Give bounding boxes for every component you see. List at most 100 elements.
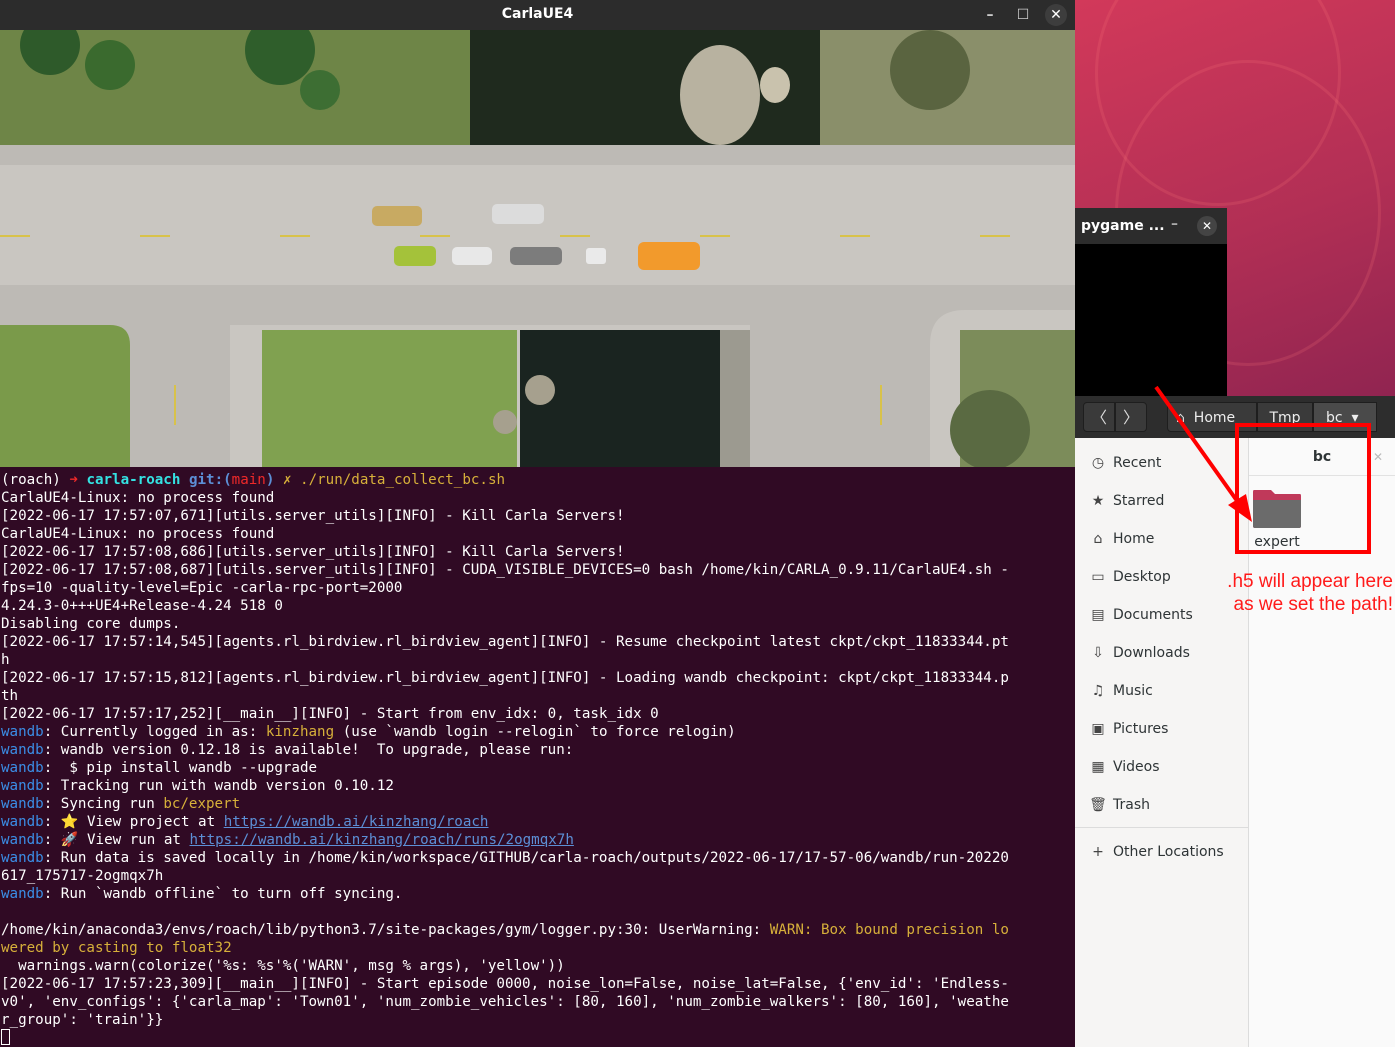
wandb-text: : 🚀 View run at bbox=[43, 832, 190, 848]
files-sidebar: ◷ Recent ★ Starred ⌂ Home ▭ Desktop ▤ Documen… bbox=[1075, 438, 1249, 1047]
prompt-command: ./run/data_collect_bc.sh bbox=[300, 472, 506, 488]
terminal-line: [2022-06-17 17:57:07,671][utils.server_u… bbox=[1, 508, 625, 524]
annotation-box bbox=[1235, 423, 1371, 554]
warning-path: /home/kin/anaconda3/envs/roach/lib/pytho… bbox=[1, 922, 770, 938]
prompt-arrow: ➜ bbox=[69, 472, 78, 488]
terminal-line: [2022-06-17 17:57:14,545][agents.rl_bird… bbox=[1, 634, 1009, 650]
documents-icon: ▤ bbox=[1091, 607, 1105, 623]
prompt-branch: main bbox=[231, 472, 266, 488]
terminal-wandb-line: wandb: Currently logged in as: kinzhang … bbox=[1, 723, 736, 741]
terminal-wandb-line: wandb: wandb version 0.12.18 is availabl… bbox=[1, 741, 573, 759]
close-button[interactable]: ✕ bbox=[1045, 4, 1067, 26]
sidebar-item-music[interactable]: ♫ Music bbox=[1087, 680, 1153, 702]
desktop-icon: ▭ bbox=[1091, 569, 1105, 585]
sidebar-item-trash[interactable]: 🗑 Trash bbox=[1087, 794, 1150, 816]
terminal-line: CarlaUE4-Linux: no process found bbox=[1, 490, 275, 506]
sidebar-item-starred[interactable]: ★ Starred bbox=[1087, 490, 1165, 512]
wandb-text: : Run `wandb offline` to turn off syncin… bbox=[43, 886, 403, 902]
minimize-button[interactable]: – bbox=[979, 4, 1001, 26]
download-icon: ⇩ bbox=[1092, 645, 1104, 661]
pygame-titlebar[interactable]: pygame ... – ✕ bbox=[1075, 208, 1227, 244]
sidebar-item-label: Recent bbox=[1113, 455, 1162, 471]
sidebar-item-label: Home bbox=[1113, 531, 1155, 547]
videos-icon: ▦ bbox=[1091, 759, 1105, 775]
close-icon[interactable]: ✕ bbox=[1373, 450, 1383, 464]
close-button[interactable]: ✕ bbox=[1197, 216, 1217, 236]
wandb-text: : ⭐ View project at bbox=[43, 814, 224, 830]
terminal-line: fps=10 -quality-level=Epic -carla-rpc-po… bbox=[1, 580, 403, 596]
terminal-prompt-line: (roach) ➜ carla-roach git:(main) ✗ ./run… bbox=[1, 471, 505, 489]
warning-message: WARN: Box bound precision lo bbox=[769, 922, 1009, 938]
sidebar-item-label: Trash bbox=[1113, 797, 1150, 813]
wandb-prefix: wandb bbox=[1, 886, 44, 902]
sidebar-item-home[interactable]: ⌂ Home bbox=[1087, 528, 1155, 550]
back-button[interactable]: 〈 bbox=[1083, 402, 1115, 432]
terminal[interactable]: (roach) ➜ carla-roach git:(main) ✗ ./run… bbox=[0, 467, 1075, 1047]
wandb-text: (use `wandb login --relogin` to force re… bbox=[334, 724, 736, 740]
wandb-prefix: wandb bbox=[1, 778, 44, 794]
sidebar-item-downloads[interactable]: ⇩ Downloads bbox=[1087, 642, 1190, 664]
terminal-warning-line: /home/kin/anaconda3/envs/roach/lib/pytho… bbox=[1, 921, 1009, 939]
annotation-line: as we set the path! bbox=[1233, 594, 1394, 615]
wandb-run-link[interactable]: https://wandb.ai/kinzhang/roach/runs/2og… bbox=[190, 832, 574, 848]
wandb-prefix: wandb bbox=[1, 850, 44, 866]
terminal-line: [2022-06-17 17:57:08,686][utils.server_u… bbox=[1, 544, 625, 560]
terminal-wandb-line: wandb: 🚀 View run at https://wandb.ai/ki… bbox=[1, 831, 574, 849]
sidebar-item-recent[interactable]: ◷ Recent bbox=[1087, 452, 1162, 474]
sidebar-item-videos[interactable]: ▦ Videos bbox=[1087, 756, 1159, 778]
window-title: CarlaUE4 bbox=[501, 6, 574, 22]
wandb-prefix: wandb bbox=[1, 814, 44, 830]
wandb-project-link[interactable]: https://wandb.ai/kinzhang/roach bbox=[224, 814, 489, 830]
pygame-title: pygame ... bbox=[1081, 218, 1165, 234]
terminal-line: r_group': 'train'}} bbox=[1, 1012, 164, 1028]
sidebar-item-documents[interactable]: ▤ Documents bbox=[1087, 604, 1193, 626]
carla-window: CarlaUE4 – ☐ ✕ bbox=[0, 0, 1075, 467]
sidebar-item-label: Documents bbox=[1113, 607, 1193, 623]
terminal-line: 4.24.3-0+++UE4+Release-4.24 518 0 bbox=[1, 598, 283, 614]
wandb-text: : Tracking run with wandb version 0.10.1… bbox=[43, 778, 394, 794]
prompt-dirty: ✗ bbox=[282, 472, 292, 488]
sidebar-item-label: Other Locations bbox=[1113, 844, 1224, 860]
terminal-line: 617_175717-2ogmqx7h bbox=[1, 868, 164, 884]
prompt-git-suffix: ) bbox=[265, 472, 275, 488]
simulation-view bbox=[0, 30, 1075, 467]
sidebar-separator bbox=[1075, 827, 1249, 828]
wandb-text: : Currently logged in as: bbox=[43, 724, 266, 740]
terminal-line: [2022-06-17 17:57:17,252][__main__][INFO… bbox=[1, 706, 659, 722]
sidebar-item-label: Music bbox=[1113, 683, 1153, 699]
wandb-prefix: wandb bbox=[1, 832, 44, 848]
minimize-button[interactable]: – bbox=[1171, 216, 1178, 232]
sidebar-item-label: Pictures bbox=[1113, 721, 1169, 737]
wandb-prefix: wandb bbox=[1, 742, 44, 758]
wandb-text: : wandb version 0.12.18 is available! To… bbox=[43, 742, 574, 758]
sidebar-item-other-locations[interactable]: + Other Locations bbox=[1087, 841, 1224, 863]
star-icon: ★ bbox=[1091, 493, 1105, 509]
pygame-window: pygame ... – ✕ bbox=[1075, 208, 1227, 396]
wandb-prefix: wandb bbox=[1, 724, 44, 740]
home-icon: ⌂ bbox=[1093, 531, 1103, 547]
prompt-git-prefix: git:( bbox=[188, 472, 232, 488]
terminal-line: h bbox=[1, 652, 10, 668]
annotation-line: .h5 will appear here bbox=[1227, 571, 1393, 592]
terminal-line: [2022-06-17 17:57:23,309][__main__][INFO… bbox=[1, 976, 1009, 992]
wandb-run-name: bc/expert bbox=[163, 796, 241, 812]
terminal-wandb-line: wandb: Run `wandb offline` to turn off s… bbox=[1, 885, 402, 903]
pictures-icon: ▣ bbox=[1091, 721, 1105, 737]
terminal-line: warnings.warn(colorize('%s: %s'%('WARN',… bbox=[1, 958, 565, 974]
wandb-text: : $ pip install wandb --upgrade bbox=[43, 760, 318, 776]
carla-titlebar[interactable]: CarlaUE4 – ☐ ✕ bbox=[0, 0, 1075, 30]
forward-button[interactable]: 〉 bbox=[1115, 402, 1147, 432]
wandb-text: : Run data is saved locally in /home/kin… bbox=[43, 850, 1009, 866]
home-icon: ⌂ bbox=[1176, 410, 1185, 426]
sidebar-item-pictures[interactable]: ▣ Pictures bbox=[1087, 718, 1168, 740]
terminal-wandb-line: wandb: ⭐ View project at https://wandb.a… bbox=[1, 813, 488, 831]
maximize-button[interactable]: ☐ bbox=[1012, 4, 1034, 26]
wandb-prefix: wandb bbox=[1, 796, 44, 812]
wandb-text: : Syncing run bbox=[43, 796, 164, 812]
sidebar-item-label: Desktop bbox=[1113, 569, 1171, 585]
sidebar-item-desktop[interactable]: ▭ Desktop bbox=[1087, 566, 1171, 588]
breadcrumb-label: Home bbox=[1193, 410, 1236, 426]
plus-icon: + bbox=[1092, 844, 1104, 860]
terminal-line: v0', 'env_configs': {'carla_map': 'Town0… bbox=[1, 994, 1009, 1010]
clock-icon: ◷ bbox=[1091, 455, 1105, 471]
